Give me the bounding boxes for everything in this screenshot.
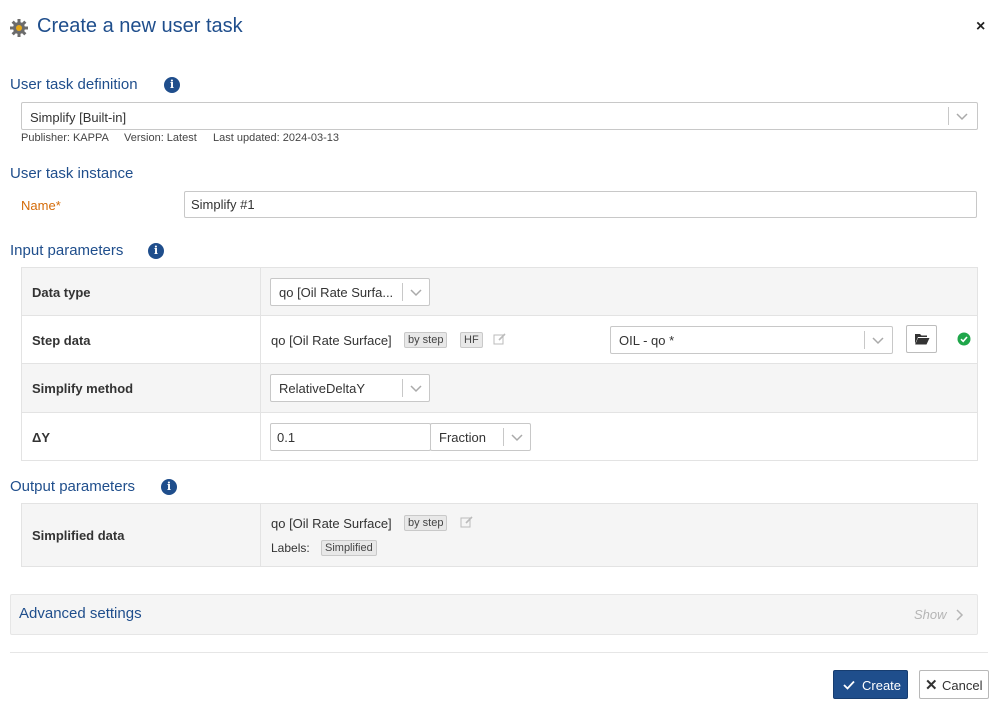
chevron-right-icon [954, 607, 966, 628]
advanced-settings-title: Advanced settings [19, 605, 142, 622]
footer-divider [10, 652, 988, 653]
simplified-data-value: qo [Oil Rate Surface] [271, 516, 392, 531]
section-title-instance: User task instance [10, 165, 134, 182]
param-row-step-data: Step data qo [Oil Rate Surface] by step … [22, 316, 977, 364]
delta-y-input[interactable] [270, 423, 431, 451]
folder-open-icon [914, 332, 930, 351]
user-task-gear-icon [9, 18, 29, 38]
definition-version: Version: Latest [124, 132, 197, 144]
param-label: ΔY [32, 430, 51, 445]
name-label: Name* [21, 198, 61, 213]
check-icon [842, 678, 856, 695]
name-input[interactable] [184, 191, 977, 218]
tag-simplified: Simplified [321, 540, 377, 556]
param-row-delta-y: ΔY Fraction [22, 413, 977, 461]
info-icon[interactable]: i [148, 243, 164, 259]
definition-select-value: Simplify [Built-in] [30, 110, 127, 125]
definition-publisher: Publisher: KAPPA [21, 132, 109, 144]
info-icon[interactable]: i [161, 479, 177, 495]
param-row-data-type: Data type qo [Oil Rate Surfa... [22, 268, 977, 316]
labels-label: Labels: [271, 541, 310, 555]
chevron-down-icon [954, 108, 970, 124]
required-mark: * [55, 198, 61, 213]
chevron-down-icon [408, 284, 424, 300]
advanced-show-toggle[interactable]: Show [914, 607, 947, 622]
tag-by-step: by step [404, 332, 448, 348]
param-row-simplify-method: Simplify method RelativeDeltaY [22, 364, 977, 413]
cancel-button[interactable]: ✕ Cancel [919, 670, 989, 699]
chevron-down-icon [408, 380, 424, 396]
output-params-table: Simplified data qo [Oil Rate Surface] by… [21, 503, 978, 567]
edit-icon[interactable] [493, 332, 507, 351]
section-title-output-params: Output parameters [10, 478, 136, 495]
edit-icon[interactable] [460, 515, 474, 534]
delta-y-unit-select[interactable]: Fraction [430, 423, 531, 451]
browse-folder-button[interactable] [906, 325, 937, 353]
section-title-definition: User task definition [10, 76, 138, 93]
close-icon[interactable]: × [976, 18, 985, 36]
name-label-text: Name [21, 198, 56, 213]
step-source-value: OIL - qo * [619, 333, 675, 348]
advanced-settings-panel[interactable]: Advanced settings Show [10, 594, 978, 635]
param-label: Simplify method [32, 381, 134, 396]
param-label: Simplified data [32, 528, 125, 543]
param-label: Step data [32, 333, 91, 348]
cancel-button-label: Cancel [942, 678, 983, 693]
simplify-method-value: RelativeDeltaY [279, 381, 365, 396]
param-label: Data type [32, 285, 91, 300]
step-data-value: qo [Oil Rate Surface] [271, 333, 392, 348]
dialog-title: Create a new user task [37, 15, 243, 37]
data-type-select[interactable]: qo [Oil Rate Surfa... [270, 278, 430, 306]
delta-y-unit-value: Fraction [439, 430, 486, 445]
tag-by-step: by step [404, 515, 448, 531]
simplify-method-select[interactable]: RelativeDeltaY [270, 374, 430, 402]
close-icon: ✕ [925, 677, 938, 694]
section-title-input-params: Input parameters [10, 242, 124, 259]
param-row-simplified-data: Simplified data qo [Oil Rate Surface] by… [22, 504, 977, 566]
chevron-down-icon [870, 332, 886, 348]
definition-last-updated: Last updated: 2024-03-13 [213, 132, 339, 144]
create-button-label: Create [862, 678, 902, 693]
info-icon[interactable]: i [164, 77, 180, 93]
step-source-select[interactable]: OIL - qo * [610, 326, 893, 354]
chevron-down-icon [509, 429, 525, 445]
tag-hf: HF [460, 332, 483, 348]
check-circle-icon [957, 332, 971, 351]
definition-select[interactable]: Simplify [Built-in] [21, 102, 978, 130]
create-button[interactable]: Create [833, 670, 908, 699]
data-type-value: qo [Oil Rate Surfa... [279, 285, 394, 300]
input-params-table: Data type qo [Oil Rate Surfa... Step dat… [21, 267, 978, 461]
